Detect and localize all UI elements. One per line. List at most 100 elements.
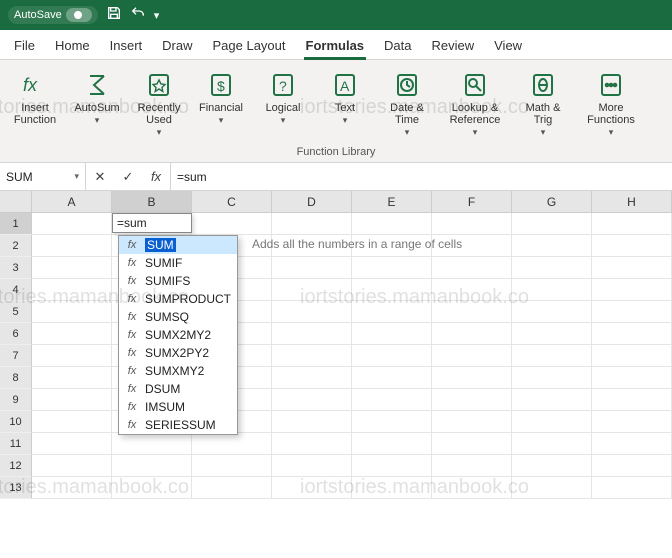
cell[interactable] bbox=[592, 301, 672, 323]
cell[interactable] bbox=[32, 433, 112, 455]
cell[interactable] bbox=[512, 389, 592, 411]
cell[interactable] bbox=[32, 279, 112, 301]
cell[interactable] bbox=[432, 279, 512, 301]
row-header[interactable]: 5 bbox=[0, 301, 32, 323]
cell[interactable] bbox=[512, 213, 592, 235]
row-header[interactable]: 2 bbox=[0, 235, 32, 257]
cell[interactable] bbox=[512, 367, 592, 389]
row-header[interactable]: 13 bbox=[0, 477, 32, 499]
autocomplete-item[interactable]: fxSUMPRODUCT bbox=[119, 290, 237, 308]
cell[interactable] bbox=[512, 455, 592, 477]
cell[interactable] bbox=[512, 257, 592, 279]
undo-icon[interactable] bbox=[130, 5, 146, 26]
math-trig-button[interactable]: Math &Trig ▾ bbox=[512, 66, 574, 142]
cell[interactable] bbox=[432, 213, 512, 235]
worksheet-grid[interactable]: A B C D E F G H 12345678910111213 =sum f… bbox=[0, 191, 672, 499]
cell[interactable] bbox=[512, 301, 592, 323]
autocomplete-item[interactable]: fxSUMSQ bbox=[119, 308, 237, 326]
tab-review[interactable]: Review bbox=[422, 32, 485, 59]
cell[interactable] bbox=[272, 345, 352, 367]
select-all-corner[interactable] bbox=[0, 191, 32, 212]
tab-view[interactable]: View bbox=[484, 32, 532, 59]
autocomplete-item[interactable]: fxSUMX2PY2 bbox=[119, 344, 237, 362]
insert-function-button[interactable]: fx InsertFunction bbox=[4, 66, 66, 142]
tab-page-layout[interactable]: Page Layout bbox=[203, 32, 296, 59]
cell[interactable] bbox=[352, 345, 432, 367]
cell[interactable] bbox=[272, 323, 352, 345]
cell[interactable] bbox=[512, 345, 592, 367]
cell[interactable] bbox=[352, 389, 432, 411]
cell[interactable] bbox=[192, 477, 272, 499]
cell[interactable] bbox=[432, 433, 512, 455]
cell[interactable] bbox=[192, 433, 272, 455]
row-header[interactable]: 7 bbox=[0, 345, 32, 367]
cell[interactable] bbox=[512, 235, 592, 257]
cell[interactable] bbox=[432, 345, 512, 367]
cell[interactable] bbox=[352, 301, 432, 323]
text-button[interactable]: A Text ▾ bbox=[314, 66, 376, 142]
qat-more-icon[interactable]: ▾ bbox=[154, 9, 160, 22]
cell[interactable] bbox=[592, 279, 672, 301]
cell[interactable] bbox=[272, 411, 352, 433]
cell[interactable] bbox=[352, 455, 432, 477]
cell[interactable] bbox=[32, 455, 112, 477]
cell[interactable] bbox=[112, 477, 192, 499]
cell[interactable] bbox=[592, 257, 672, 279]
cell[interactable] bbox=[112, 433, 192, 455]
cell[interactable] bbox=[32, 477, 112, 499]
cell[interactable] bbox=[432, 477, 512, 499]
enter-formula-button[interactable]: ✓ bbox=[114, 169, 142, 185]
col-header-c[interactable]: C bbox=[192, 191, 272, 212]
cell[interactable] bbox=[32, 301, 112, 323]
cell[interactable] bbox=[432, 455, 512, 477]
cell[interactable] bbox=[512, 411, 592, 433]
financial-button[interactable]: $ Financial ▾ bbox=[190, 66, 252, 142]
row-header[interactable]: 1 bbox=[0, 213, 32, 235]
cell[interactable] bbox=[352, 411, 432, 433]
col-header-d[interactable]: D bbox=[272, 191, 352, 212]
lookup-reference-button[interactable]: Lookup &Reference ▾ bbox=[438, 66, 512, 142]
col-header-a[interactable]: A bbox=[32, 191, 112, 212]
cell[interactable] bbox=[352, 477, 432, 499]
cell[interactable] bbox=[592, 323, 672, 345]
cell[interactable] bbox=[32, 235, 112, 257]
cell[interactable] bbox=[272, 213, 352, 235]
cell[interactable] bbox=[592, 389, 672, 411]
cell[interactable] bbox=[592, 433, 672, 455]
col-header-b[interactable]: B bbox=[112, 191, 192, 212]
autocomplete-item[interactable]: fxSERIESSUM bbox=[119, 416, 237, 434]
tab-home[interactable]: Home bbox=[45, 32, 100, 59]
row-header[interactable]: 10 bbox=[0, 411, 32, 433]
cell[interactable] bbox=[32, 345, 112, 367]
cell[interactable] bbox=[192, 455, 272, 477]
col-header-f[interactable]: F bbox=[432, 191, 512, 212]
tab-data[interactable]: Data bbox=[374, 32, 421, 59]
col-header-e[interactable]: E bbox=[352, 191, 432, 212]
cell[interactable] bbox=[432, 323, 512, 345]
cell[interactable] bbox=[352, 433, 432, 455]
cell[interactable] bbox=[272, 301, 352, 323]
cell[interactable] bbox=[32, 257, 112, 279]
cell[interactable] bbox=[432, 257, 512, 279]
cell[interactable] bbox=[592, 367, 672, 389]
cell[interactable] bbox=[272, 279, 352, 301]
row-header[interactable]: 4 bbox=[0, 279, 32, 301]
autocomplete-item[interactable]: fxSUMIFS bbox=[119, 272, 237, 290]
cell[interactable] bbox=[512, 279, 592, 301]
cell[interactable] bbox=[592, 455, 672, 477]
cell[interactable] bbox=[592, 345, 672, 367]
cell[interactable] bbox=[512, 323, 592, 345]
cell[interactable] bbox=[112, 455, 192, 477]
col-header-h[interactable]: H bbox=[592, 191, 672, 212]
cell[interactable] bbox=[32, 411, 112, 433]
more-functions-button[interactable]: MoreFunctions ▾ bbox=[574, 66, 648, 142]
row-header[interactable]: 8 bbox=[0, 367, 32, 389]
cell[interactable] bbox=[352, 323, 432, 345]
date-time-button[interactable]: Date &Time ▾ bbox=[376, 66, 438, 142]
cell[interactable] bbox=[32, 323, 112, 345]
cell[interactable] bbox=[432, 301, 512, 323]
recently-used-button[interactable]: RecentlyUsed ▾ bbox=[128, 66, 190, 142]
cell[interactable] bbox=[592, 235, 672, 257]
cell[interactable] bbox=[592, 477, 672, 499]
col-header-g[interactable]: G bbox=[512, 191, 592, 212]
